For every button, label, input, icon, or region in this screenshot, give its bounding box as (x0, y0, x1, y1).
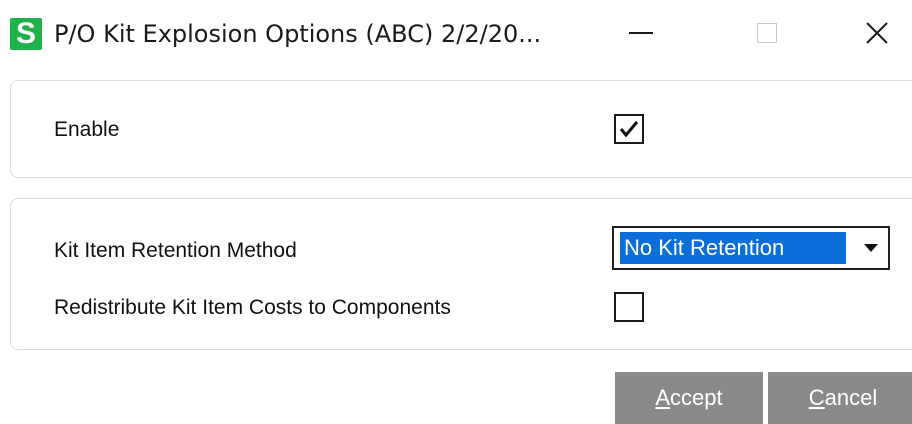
enable-group (10, 80, 912, 178)
minimize-button[interactable] (606, 10, 676, 56)
minimize-icon (629, 32, 653, 34)
app-logo-icon: S (10, 18, 42, 50)
redistribute-costs-label: Redistribute Kit Item Costs to Component… (54, 296, 451, 319)
redistribute-costs-checkbox[interactable] (614, 292, 644, 322)
cancel-mnemonic: C (808, 385, 825, 410)
accept-mnemonic: A (655, 385, 671, 410)
cancel-label: ancel (824, 385, 878, 410)
close-icon (866, 22, 888, 44)
close-button[interactable] (842, 10, 912, 56)
kit-options-group (10, 198, 912, 350)
dropdown-arrow-icon[interactable] (864, 244, 878, 252)
accept-button[interactable]: Accept (615, 372, 763, 424)
checkmark-icon (619, 121, 639, 138)
window-title: P/O Kit Explosion Options (ABC) 2/2/20..… (54, 20, 542, 48)
accept-label: ccept (670, 385, 723, 410)
retention-method-value: No Kit Retention (620, 232, 846, 264)
maximize-button[interactable] (732, 10, 802, 56)
retention-method-label: Kit Item Retention Method (54, 239, 297, 262)
maximize-icon (757, 23, 777, 43)
retention-method-select[interactable]: No Kit Retention (612, 226, 890, 270)
enable-checkbox[interactable] (614, 114, 644, 144)
cancel-button[interactable]: Cancel (768, 372, 912, 424)
enable-label: Enable (54, 118, 120, 141)
title-bar: S P/O Kit Explosion Options (ABC) 2/2/20… (0, 0, 912, 66)
